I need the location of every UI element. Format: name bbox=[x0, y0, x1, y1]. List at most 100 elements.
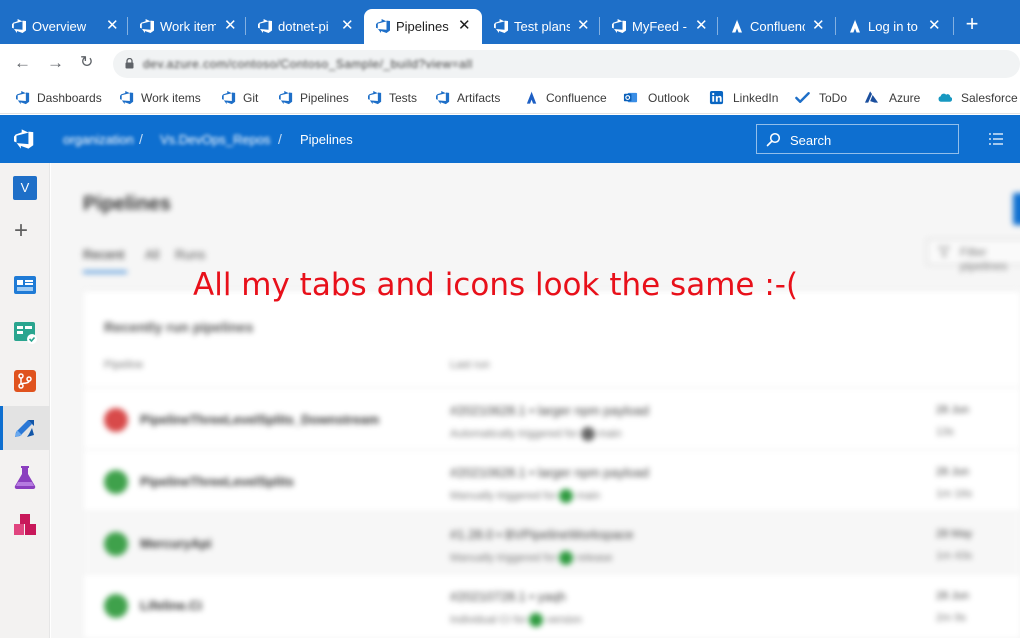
browser-tab-log-in[interactable]: Log in to ✕ bbox=[836, 9, 954, 44]
pipeline-name: MercuryApi bbox=[140, 536, 212, 551]
recent-pipelines-card: Recently run pipelines Pipeline Last run… bbox=[84, 290, 1020, 638]
breadcrumb-page[interactable]: Pipelines bbox=[300, 132, 353, 147]
run-duration: 2m 9s bbox=[936, 612, 966, 624]
project-sidebar: V + bbox=[0, 163, 50, 638]
tab-title: Pipelines bbox=[396, 19, 449, 34]
browser-tab-test-plans[interactable]: Test plans ✕ bbox=[482, 9, 600, 44]
azure-icon bbox=[864, 91, 879, 103]
sidebar-item-artifacts[interactable] bbox=[0, 502, 50, 546]
boards-icon bbox=[14, 322, 37, 344]
column-header-pipeline: Pipeline bbox=[104, 359, 144, 371]
pivot-runs[interactable]: Runs bbox=[175, 247, 205, 262]
tab-title: MyFeed - bbox=[632, 19, 687, 34]
bookmark-label: ToDo bbox=[819, 91, 848, 105]
tab-close-icon[interactable]: ✕ bbox=[928, 18, 941, 33]
blurred-pipelines-view: Pipelines Recent All Runs Filter pipelin… bbox=[51, 163, 1020, 638]
run-duration: 1m 43s bbox=[936, 550, 973, 562]
sidebar-item-overview[interactable] bbox=[0, 262, 50, 306]
browser-tab-overview[interactable]: Overview ✕ bbox=[0, 9, 128, 44]
salesforce-icon bbox=[938, 93, 952, 102]
forward-arrow-icon[interactable]: → bbox=[47, 54, 64, 71]
azure-devops-icon bbox=[436, 90, 450, 105]
pivot-all[interactable]: All bbox=[145, 247, 159, 262]
filter-icon bbox=[938, 246, 950, 258]
run-duration: 13s bbox=[936, 426, 954, 438]
new-tab-button[interactable]: + bbox=[961, 13, 983, 36]
linkedin-icon bbox=[709, 90, 724, 105]
add-icon[interactable]: + bbox=[14, 219, 28, 243]
sidebar-item-repos[interactable] bbox=[0, 358, 50, 402]
app-header: organization / Vs.DevOps_Repos / Pipelin… bbox=[0, 115, 1020, 163]
reload-icon[interactable]: ↻ bbox=[80, 54, 93, 71]
bookmark-label: Git bbox=[243, 91, 259, 105]
tab-close-icon[interactable]: ✕ bbox=[341, 18, 354, 33]
bookmark-label: Salesforce bbox=[961, 91, 1018, 105]
run-trigger: Manually triggered for release bbox=[450, 551, 613, 565]
column-header-last-run: Last run bbox=[450, 359, 490, 371]
table-row[interactable]: MercuryApi #1.28.0 • BVPipelineWorkspace… bbox=[84, 511, 1020, 573]
table-row[interactable]: PipelineThreeLevelSplits_Downstream #202… bbox=[84, 387, 1020, 449]
search-box[interactable]: Search bbox=[756, 124, 959, 154]
url-input[interactable]: dev.azure.com/contoso/Contoso_Sample/_bu… bbox=[113, 50, 1020, 78]
tab-title: Test plans bbox=[514, 19, 570, 34]
browser-tab-pipelines[interactable]: Pipelines ✕ bbox=[364, 9, 482, 44]
pipeline-name: PipelineThreeLevelSplits bbox=[140, 474, 294, 489]
browser-tab-myfeed[interactable]: MyFeed - ✕ bbox=[600, 9, 718, 44]
search-placeholder: Search bbox=[790, 133, 832, 148]
azure-devops-icon bbox=[612, 19, 626, 33]
back-arrow-icon[interactable]: ← bbox=[14, 54, 31, 71]
run-title: #20210628.1 • larger npm payload bbox=[450, 403, 649, 418]
run-trigger: Individual CI for version bbox=[450, 613, 582, 627]
breadcrumb-separator: / bbox=[278, 131, 282, 147]
tab-close-icon[interactable]: ✕ bbox=[458, 18, 471, 33]
browser-tab-confluence[interactable]: Confluence ✕ bbox=[718, 9, 836, 44]
tab-close-icon[interactable]: ✕ bbox=[577, 18, 590, 33]
filter-placeholder: Filter pipelines bbox=[960, 245, 1008, 273]
azure-devops-icon bbox=[368, 90, 382, 105]
tab-close-icon[interactable]: ✕ bbox=[224, 18, 237, 33]
succeeded-status-icon bbox=[104, 470, 128, 494]
bookmark-label: Dashboards bbox=[37, 91, 102, 105]
table-row[interactable]: PipelineThreeLevelSplits #20210628.1 • l… bbox=[84, 449, 1020, 511]
breadcrumb-project[interactable]: Vs.DevOps_Repos bbox=[160, 132, 271, 147]
new-pipeline-button[interactable] bbox=[1013, 193, 1020, 225]
tab-close-icon[interactable]: ✕ bbox=[106, 18, 119, 33]
browser-tab-dotnet[interactable]: dotnet-pi ✕ bbox=[246, 9, 364, 44]
filter-input[interactable]: Filter pipelines bbox=[927, 239, 1020, 273]
succeeded-status-icon bbox=[104, 532, 128, 556]
card-title: Recently run pipelines bbox=[104, 319, 254, 335]
artifacts-icon bbox=[14, 514, 36, 535]
lock-icon bbox=[125, 58, 134, 69]
pivot-recent[interactable]: Recent bbox=[83, 247, 124, 262]
tab-close-icon[interactable]: ✕ bbox=[695, 18, 708, 33]
run-trigger: Automatically triggered for main bbox=[450, 427, 622, 441]
repos-icon bbox=[14, 370, 36, 392]
breadcrumb-separator: / bbox=[139, 131, 143, 147]
breadcrumb-organization[interactable]: organization bbox=[63, 132, 134, 147]
tab-close-icon[interactable]: ✕ bbox=[812, 18, 825, 33]
browser-tab-work-items[interactable]: Work item ✕ bbox=[128, 9, 246, 44]
list-settings-icon[interactable] bbox=[988, 132, 1004, 146]
bookmark-label: LinkedIn bbox=[733, 91, 779, 105]
user-avatar bbox=[580, 427, 595, 441]
run-date: 28 Jun bbox=[936, 590, 970, 602]
confluence-icon bbox=[732, 19, 742, 33]
main-content: Pipelines Recent All Runs Filter pipelin… bbox=[51, 163, 1020, 638]
tab-title: dotnet-pi bbox=[278, 19, 329, 34]
tab-separator bbox=[953, 17, 954, 35]
table-row[interactable]: Lifeline.Ci #20210728.1 • yaqh Individua… bbox=[84, 573, 1020, 635]
address-bar: ← → ↻ dev.azure.com/contoso/Contoso_Samp… bbox=[0, 44, 1020, 82]
project-avatar[interactable]: V bbox=[13, 176, 37, 200]
annotation-text: All my tabs and icons look the same :-( bbox=[193, 267, 799, 303]
sidebar-item-boards[interactable] bbox=[0, 309, 50, 353]
run-title: #20210728.1 • yaqh bbox=[450, 589, 566, 604]
sidebar-item-test-plans[interactable] bbox=[0, 454, 50, 498]
tab-title: Overview bbox=[32, 19, 87, 34]
azure-devops-logo-icon[interactable] bbox=[14, 128, 36, 150]
sidebar-item-pipelines[interactable] bbox=[0, 406, 50, 450]
bookmark-label: Work items bbox=[141, 91, 201, 105]
succeeded-status-icon bbox=[104, 594, 128, 618]
bookmark-label: Azure bbox=[889, 91, 921, 105]
failed-status-icon bbox=[104, 408, 128, 432]
user-avatar bbox=[529, 613, 544, 627]
